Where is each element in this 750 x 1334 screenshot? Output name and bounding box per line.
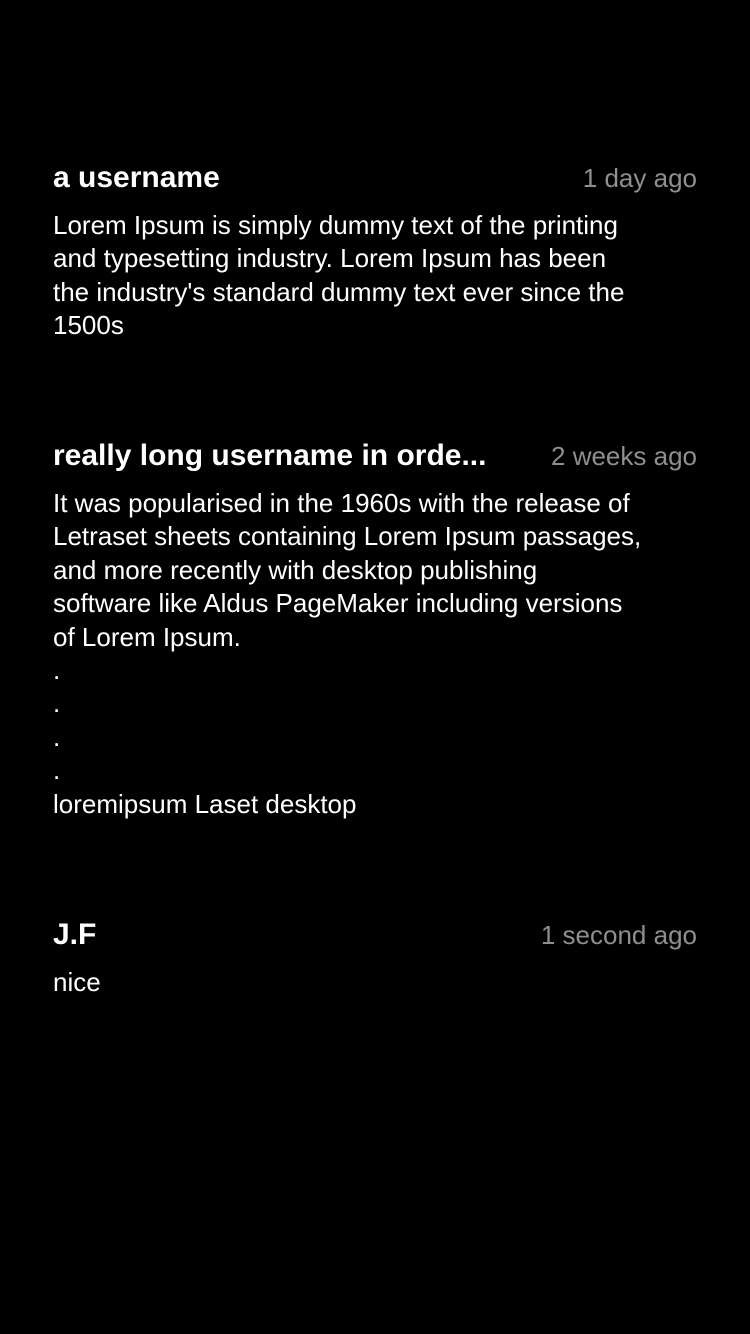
comment-body: It was popularised in the 1960s with the… (53, 487, 697, 821)
comment-username[interactable]: J.F (53, 918, 96, 952)
comment-header: J.F 1 second ago (53, 915, 697, 955)
comment-timestamp: 1 second ago (540, 919, 697, 950)
comment-line: and typesetting industry. Lorem Ipsum ha… (53, 243, 607, 274)
comment-line: It was popularised in the 1960s with the… (53, 488, 630, 518)
comment-username[interactable]: really long username in orde... (53, 439, 486, 473)
comment-line: Letraset sheets containing Lorem Ipsum p… (53, 521, 642, 552)
comment-line: . (53, 688, 61, 719)
comment-line: nice (53, 967, 101, 997)
comment-timestamp: 2 weeks ago (551, 440, 697, 471)
comment-line: 1500s (53, 310, 124, 341)
comment-item: a username 1 day ago Lorem Ipsum is simp… (53, 158, 697, 343)
comment-line: . (53, 755, 61, 786)
comment-line: the industry's standard dummy text ever … (53, 276, 625, 307)
comment-timestamp: 1 day ago (582, 162, 697, 193)
comment-line: Lorem Ipsum is simply dummy text of the … (53, 210, 618, 240)
comment-body: Lorem Ipsum is simply dummy text of the … (53, 209, 697, 343)
comment-item: J.F 1 second ago nice (53, 915, 697, 999)
comment-header: really long username in orde... 2 weeks … (53, 436, 697, 476)
comment-line: loremipsum Laset desktop (53, 788, 357, 819)
comment-header: a username 1 day ago (53, 158, 697, 198)
comment-line: . (53, 721, 61, 752)
comment-line: software like Aldus PageMaker including … (53, 588, 623, 619)
comment-line: . (53, 655, 61, 686)
comment-item: really long username in orde... 2 weeks … (53, 436, 697, 821)
comment-body: nice (53, 966, 697, 999)
comment-line: and more recently with desktop publishin… (53, 554, 538, 585)
comment-line: of Lorem Ipsum. (53, 621, 241, 652)
comment-username[interactable]: a username (53, 161, 220, 195)
